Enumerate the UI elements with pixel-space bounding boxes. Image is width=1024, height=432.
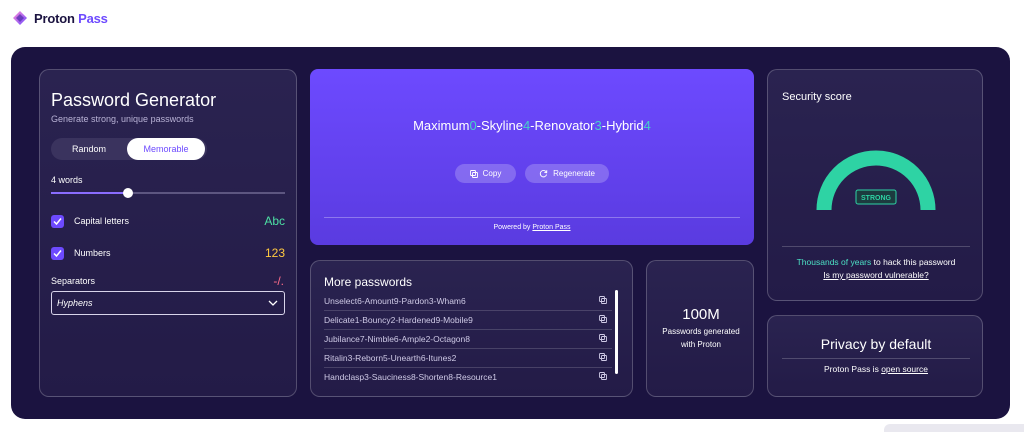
generated-password[interactable]: Maximum0-Skyline4-Renovator3-Hybrid4: [310, 118, 754, 133]
more-passwords-card: More passwords Unselect6-Amount9-Pardon3…: [310, 260, 633, 397]
copy-icon[interactable]: [599, 372, 607, 380]
divider: [782, 246, 970, 247]
more-passwords-title: More passwords: [324, 275, 413, 289]
checkmark-icon: [53, 250, 62, 258]
copy-icon[interactable]: [599, 315, 607, 323]
password-digit: 0: [469, 118, 477, 133]
password-text: Unselect6-Amount9-Pardon3-Wham6: [324, 296, 466, 306]
separator-select[interactable]: Hyphens: [51, 291, 285, 315]
crack-time-text: Thousands of years to hack this password: [796, 257, 956, 267]
copy-button[interactable]: Copy: [455, 164, 516, 183]
password-digit: 3: [594, 118, 602, 133]
separators-sample: -/.: [273, 274, 284, 288]
passwords-generated-card: 100M Passwords generated with Proton: [646, 260, 754, 397]
password-word: Renovator: [534, 118, 595, 133]
capital-letters-sample: Abc: [264, 214, 285, 228]
proton-pass-link[interactable]: Proton Pass: [532, 224, 570, 231]
copy-label: Copy: [482, 169, 502, 178]
list-item[interactable]: Handclasp3-Sauciness8-Shorten8-Resource1: [324, 368, 612, 387]
powered-by: Powered by Proton Pass: [493, 224, 571, 231]
words-slider[interactable]: [51, 188, 285, 198]
numbers-option[interactable]: Numbers 123: [51, 246, 285, 262]
privacy-title: Privacy by default: [820, 336, 932, 352]
mode-random-button[interactable]: Random: [51, 138, 127, 160]
password-text: Handclasp3-Sauciness8-Shorten8-Resource1: [324, 372, 497, 382]
copy-icon[interactable]: [599, 334, 607, 342]
privacy-text: Proton Pass is open source: [824, 364, 928, 374]
separators-label: Separators: [51, 276, 96, 286]
generator-subtitle: Generate strong, unique passwords: [51, 114, 194, 124]
generated-password-card: Maximum0-Skyline4-Renovator3-Hybrid4 Cop…: [310, 69, 754, 245]
mode-memorable-button[interactable]: Memorable: [127, 138, 205, 160]
generator-title: Password Generator: [51, 90, 217, 110]
passwords-generated-label: Passwords generated with Proton: [662, 327, 740, 349]
password-word: Hybrid: [606, 118, 644, 133]
privacy-card: Privacy by default Proton Pass is open s…: [767, 315, 983, 397]
more-passwords-list: Unselect6-Amount9-Pardon3-Wham6 Delicate…: [324, 292, 612, 387]
list-item[interactable]: Jubilance7-Nimble6-Ample2-Octagon8: [324, 330, 612, 349]
brand-logo[interactable]: Proton Pass: [12, 10, 108, 26]
refresh-icon: [540, 170, 548, 178]
password-generator-card: Password Generator Generate strong, uniq…: [39, 69, 297, 397]
list-item[interactable]: Delicate1-Bouncy2-Hardened9-Mobile9: [324, 311, 612, 330]
regenerate-button[interactable]: Regenerate: [525, 164, 609, 183]
password-text: Ritalin3-Reborn5-Unearth6-Itunes2: [324, 353, 457, 363]
top-bar: Proton Pass: [0, 0, 1024, 40]
password-digit: 4: [643, 118, 651, 133]
chevron-down-icon: [268, 300, 278, 306]
divider: [324, 217, 740, 218]
divider: [782, 358, 970, 359]
copy-icon: [469, 169, 478, 178]
brand-name: Proton Pass: [34, 10, 108, 26]
words-count-label: 4 words: [51, 175, 83, 185]
copy-icon[interactable]: [599, 353, 607, 361]
password-word: Maximum: [413, 118, 470, 133]
words-slider-fill: [51, 192, 129, 194]
password-word: Skyline: [481, 118, 523, 133]
security-score-title: Security score: [782, 91, 852, 103]
capital-letters-label: Capital letters: [74, 216, 130, 226]
list-item[interactable]: Unselect6-Amount9-Pardon3-Wham6: [324, 292, 612, 311]
regenerate-label: Regenerate: [553, 169, 595, 178]
list-scrollbar[interactable]: [615, 290, 618, 374]
capital-letters-checkbox[interactable]: [51, 215, 64, 228]
generator-app: Password Generator Generate strong, uniq…: [11, 47, 1010, 419]
password-text: Delicate1-Bouncy2-Hardened9-Mobile9: [324, 315, 473, 325]
security-score-card: Security score STRONG Thousands of years…: [767, 69, 983, 301]
proton-pass-logo-icon: [13, 11, 27, 25]
mode-toggle: Random Memorable: [51, 138, 207, 160]
capital-letters-option[interactable]: Capital letters Abc: [51, 214, 285, 230]
crack-time-highlight: Thousands of years: [796, 257, 872, 267]
vulnerability-link[interactable]: Is my password vulnerable?: [768, 270, 984, 280]
copy-icon[interactable]: [599, 296, 607, 304]
open-source-link[interactable]: open source: [881, 364, 928, 374]
numbers-checkbox[interactable]: [51, 247, 64, 260]
separator-select-value: Hyphens: [57, 298, 93, 308]
passwords-generated-count: 100M: [682, 306, 720, 323]
security-gauge: STRONG: [816, 150, 936, 211]
bottom-corner-tab: [884, 424, 1024, 432]
numbers-sample: 123: [264, 246, 285, 260]
strength-badge: STRONG: [861, 195, 892, 202]
checkmark-icon: [53, 218, 62, 226]
words-slider-thumb[interactable]: [123, 188, 134, 198]
password-text: Jubilance7-Nimble6-Ample2-Octagon8: [324, 334, 470, 344]
list-item[interactable]: Ritalin3-Reborn5-Unearth6-Itunes2: [324, 349, 612, 368]
numbers-label: Numbers: [74, 248, 111, 258]
